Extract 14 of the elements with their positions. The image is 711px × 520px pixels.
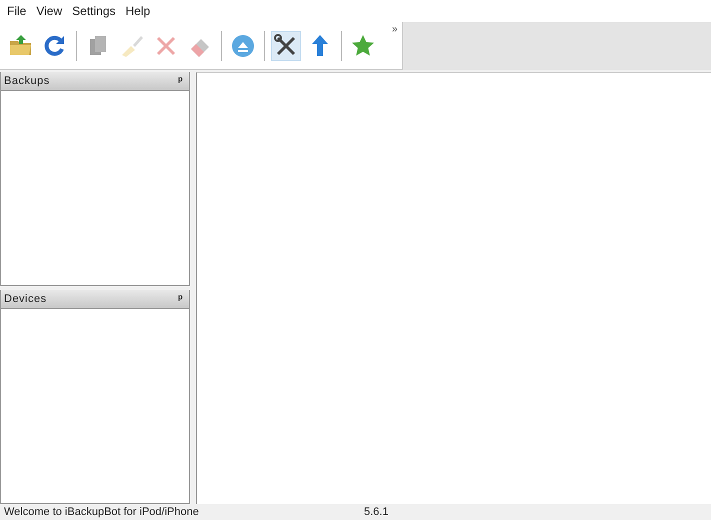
pin-button[interactable]: ᵖ: [178, 75, 183, 87]
star-icon: [350, 32, 376, 58]
pin-button[interactable]: ᵖ: [178, 293, 183, 305]
tools-button[interactable]: [271, 30, 301, 60]
panel-title: Backups: [4, 75, 50, 87]
eject-icon: [230, 32, 256, 58]
overflow-chevron[interactable]: »: [392, 24, 398, 35]
status-message: Welcome to iBackupBot for iPod/iPhone: [4, 506, 200, 518]
version-label: 5.6.1: [364, 506, 388, 518]
menu-item[interactable]: Help: [120, 4, 156, 18]
menu-item[interactable]: Settings: [67, 4, 120, 18]
menu-item[interactable]: View: [31, 4, 68, 18]
panel-title: Devices: [4, 293, 47, 305]
menu-item[interactable]: File: [2, 4, 32, 18]
